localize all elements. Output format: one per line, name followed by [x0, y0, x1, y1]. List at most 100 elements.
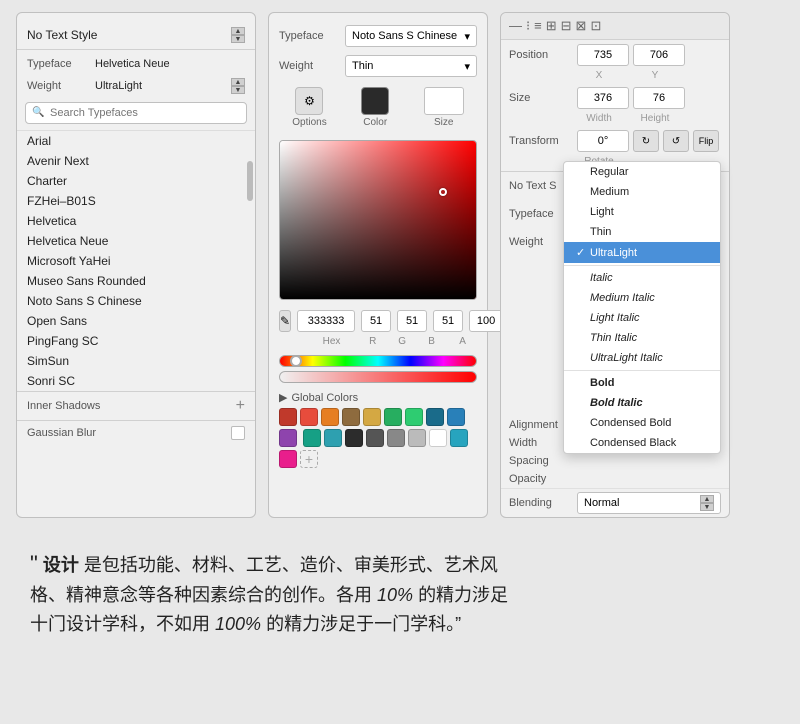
toolbar-icon-7[interactable]: ⊡	[590, 18, 601, 34]
scroll-indicator[interactable]	[247, 161, 253, 201]
font-item-museo[interactable]: Museo Sans Rounded	[17, 271, 255, 291]
blending-dropdown[interactable]: Normal ▲ ▼	[577, 492, 721, 514]
inner-shadows-plus[interactable]: +	[236, 397, 245, 415]
color-dot-12[interactable]	[345, 429, 363, 447]
dropdown-item-regular[interactable]: Regular	[564, 162, 720, 182]
color-dot-16[interactable]	[429, 429, 447, 447]
weight-stepper-up[interactable]: ▲	[231, 78, 245, 86]
text-part2: 是包括功能、材料、工艺、造价、审美形式、艺术风	[84, 555, 498, 575]
a-input[interactable]	[469, 310, 503, 332]
color-dot-1[interactable]	[300, 408, 318, 426]
text-style-stepper[interactable]: ▲ ▼	[231, 27, 245, 43]
eyedropper-button[interactable]: ✎	[279, 310, 291, 332]
font-item-noto[interactable]: Noto Sans S Chinese	[17, 291, 255, 311]
font-item-pingfang[interactable]: PingFang SC	[17, 331, 255, 351]
color-add-button[interactable]: +	[300, 450, 318, 468]
typeface-dropdown[interactable]: Noto Sans S Chinese ▾	[345, 25, 477, 47]
color-dot-0[interactable]	[279, 408, 297, 426]
color-dot-18[interactable]	[279, 450, 297, 468]
dropdown-item-light[interactable]: Light	[564, 202, 720, 222]
gaussian-checkbox[interactable]	[231, 426, 245, 440]
toolbar-icon-1[interactable]: —	[509, 18, 522, 34]
dropdown-item-ultralight-italic[interactable]: UltraLight Italic	[564, 348, 720, 368]
width-input[interactable]: 376	[577, 87, 629, 109]
dropdown-item-bold-italic[interactable]: Bold Italic	[564, 393, 720, 413]
dropdown-item-thin-italic[interactable]: Thin Italic	[564, 328, 720, 348]
font-item-charter[interactable]: Charter	[17, 171, 255, 191]
size-label: Size	[509, 92, 573, 104]
color-dot-14[interactable]	[387, 429, 405, 447]
color-dot-4[interactable]	[363, 408, 381, 426]
hex-input[interactable]	[297, 310, 355, 332]
color-dot-15[interactable]	[408, 429, 426, 447]
font-item-arial[interactable]: Arial	[17, 131, 255, 151]
blending-stepper[interactable]: ▲ ▼	[700, 495, 714, 511]
dropdown-item-medium-italic[interactable]: Medium Italic	[564, 288, 720, 308]
weight-stepper-down[interactable]: ▼	[231, 86, 245, 94]
font-item-sonri[interactable]: Sonri SC	[17, 371, 255, 391]
color-dot-8[interactable]	[447, 408, 465, 426]
color-dot-9[interactable]	[279, 429, 297, 447]
weight-stepper[interactable]: ▲ ▼	[231, 78, 245, 94]
y-input[interactable]: 706	[633, 44, 685, 66]
open-quote: "	[30, 551, 38, 576]
weight-dropdown[interactable]: Thin ▾	[345, 55, 477, 77]
dropdown-item-thin[interactable]: Thin	[564, 222, 720, 242]
dropdown-item-light-italic[interactable]: Light Italic	[564, 308, 720, 328]
color-swatch	[361, 87, 389, 115]
r-label: R	[360, 336, 385, 347]
alpha-slider[interactable]	[279, 371, 477, 383]
color-dot-5[interactable]	[384, 408, 402, 426]
height-input[interactable]: 76	[633, 87, 685, 109]
p3-blending-label: Blending	[509, 497, 573, 509]
dropdown-item-ultralight[interactable]: ✓ UltraLight	[564, 242, 720, 263]
color-dot-10[interactable]	[303, 429, 321, 447]
color-btn[interactable]: Color	[361, 87, 389, 128]
font-item-fzhei[interactable]: FZHei–B01S	[17, 191, 255, 211]
font-item-microsoft[interactable]: Microsoft YaHei	[17, 251, 255, 271]
toolbar-icon-4[interactable]: ⊞	[546, 18, 557, 34]
size-btn[interactable]: 64 Size	[424, 87, 464, 128]
color-dot-3[interactable]	[342, 408, 360, 426]
font-item-open[interactable]: Open Sans	[17, 311, 255, 331]
toolbar-icon-5[interactable]: ⊟	[561, 18, 572, 34]
font-item-avenir[interactable]: Avenir Next	[17, 151, 255, 171]
color-picker[interactable]	[279, 140, 477, 300]
color-gradient	[280, 141, 476, 299]
dropdown-item-condensed-black[interactable]: Condensed Black	[564, 433, 720, 453]
font-item-helvetica-neue[interactable]: Helvetica Neue	[17, 231, 255, 251]
options-btn[interactable]: ⚙ Options	[292, 87, 326, 128]
r-input[interactable]	[361, 310, 391, 332]
color-dot-17[interactable]	[450, 429, 468, 447]
search-input[interactable]	[25, 102, 247, 124]
color-dot-2[interactable]	[321, 408, 339, 426]
position-label: Position	[509, 49, 573, 61]
size-labels: Width Height	[565, 113, 729, 126]
color-dot-6[interactable]	[405, 408, 423, 426]
rotate-input[interactable]	[577, 130, 629, 152]
font-item-helvetica[interactable]: Helvetica	[17, 211, 255, 231]
rotate-ccw-button[interactable]: ↺	[663, 130, 689, 152]
g-input[interactable]	[397, 310, 427, 332]
dropdown-item-italic[interactable]: Italic	[564, 268, 720, 288]
color-dot-7[interactable]	[426, 408, 444, 426]
font-item-simsun[interactable]: SimSun	[17, 351, 255, 371]
x-input[interactable]: 735	[577, 44, 629, 66]
size-label: Size	[434, 117, 453, 128]
dropdown-item-bold[interactable]: Bold	[564, 373, 720, 393]
toolbar-icon-6[interactable]: ⊠	[576, 18, 587, 34]
dropdown-item-medium[interactable]: Medium	[564, 182, 720, 202]
weight-row: Weight UltraLight ▲ ▼	[17, 74, 255, 98]
color-dot-13[interactable]	[366, 429, 384, 447]
dropdown-item-condensed-bold[interactable]: Condensed Bold	[564, 413, 720, 433]
b-input[interactable]	[433, 310, 463, 332]
toolbar-icon-2[interactable]: ⁝	[526, 18, 530, 34]
size-input[interactable]: 64	[424, 87, 464, 115]
stepper-up[interactable]: ▲	[231, 27, 245, 35]
toolbar-icon-3[interactable]: ≡	[534, 18, 542, 34]
rotate-cw-button[interactable]: ↻	[633, 130, 659, 152]
flip-button[interactable]: Flip	[693, 130, 719, 152]
hue-slider[interactable]	[279, 355, 477, 367]
stepper-down[interactable]: ▼	[231, 35, 245, 43]
color-dot-11[interactable]	[324, 429, 342, 447]
